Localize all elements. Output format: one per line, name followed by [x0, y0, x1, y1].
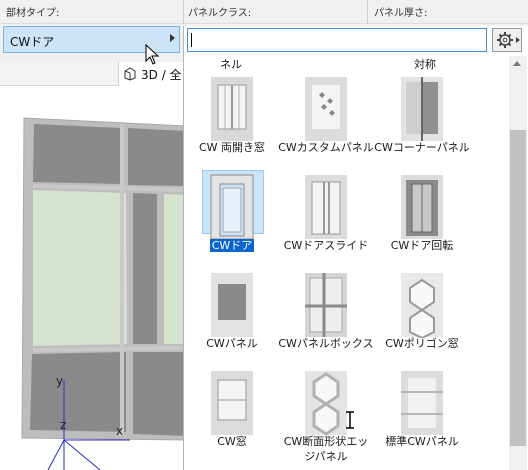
- member-type-label: 部材タイプ:: [6, 8, 60, 19]
- 3d-viewport[interactable]: y z x: [0, 62, 186, 470]
- gallery-item-label: CW 両開き窓: [198, 141, 266, 154]
- axis-z-label: z: [60, 418, 67, 432]
- panel-box-icon: [305, 273, 347, 337]
- gallery-item[interactable]: 標準CWパネル: [376, 366, 468, 456]
- curtain-wall-3d-view: [21, 117, 186, 470]
- gallery-item-label: CW窓: [217, 435, 247, 448]
- search-input[interactable]: [187, 28, 487, 52]
- gallery-partial-label: ネル: [220, 58, 242, 71]
- gallery-item[interactable]: CWポリゴン窓: [376, 268, 468, 358]
- custom-panel-icon: [305, 77, 347, 141]
- chevron-right-icon: [170, 34, 175, 42]
- double-casement-window-icon: [211, 77, 253, 141]
- panel-thickness-label: パネル厚さ:: [374, 8, 428, 19]
- gallery-item[interactable]: CWカスタムパネル: [278, 72, 374, 162]
- header-divider: [367, 0, 368, 24]
- gear-icon: [497, 32, 520, 48]
- window-icon: [211, 371, 253, 435]
- gallery-item[interactable]: CWドア: [186, 170, 278, 260]
- gallery-item-label: CWドア: [209, 239, 255, 252]
- sliding-door-icon: [305, 175, 347, 239]
- scroll-up-icon[interactable]: [513, 61, 521, 66]
- text-cursor-icon: [346, 411, 354, 429]
- tab-3d-view-label: 3D / 全: [141, 68, 182, 82]
- gallery-item-label: CWコーナーパネル: [374, 141, 470, 154]
- mouse-pointer-icon: [145, 44, 160, 65]
- axis-x-label: x: [116, 424, 124, 438]
- header-bar: 部材タイプ: パネルクラス: パネル厚さ:: [0, 0, 528, 24]
- text-caret: [191, 33, 192, 47]
- cube-icon: [124, 67, 136, 81]
- gallery-item[interactable]: CWドア回転: [376, 170, 468, 260]
- door-icon: [210, 174, 254, 240]
- gallery-item[interactable]: CW窓: [186, 366, 278, 456]
- scrollbar-thumb[interactable]: [510, 130, 526, 446]
- profile-edge-panel-icon: [305, 371, 347, 436]
- gallery-item-label: CWドアスライド: [283, 239, 369, 252]
- panel-icon: [211, 273, 253, 337]
- gallery-item[interactable]: CWパネル: [186, 268, 278, 358]
- gallery-item[interactable]: CWパネルボックス: [278, 268, 374, 358]
- gallery-item[interactable]: CWドアスライド: [280, 170, 372, 260]
- corner-panel-icon: [401, 77, 443, 141]
- header-divider: [183, 0, 184, 24]
- gallery-item-label: CWポリゴン窓: [385, 337, 459, 350]
- gallery-item[interactable]: CW断面形状エッ ジパネル: [280, 366, 372, 463]
- axis-y-label: y: [56, 374, 64, 388]
- gallery-partial-label: 対称: [414, 58, 436, 71]
- panel-class-label: パネルクラス:: [188, 8, 252, 19]
- settings-button[interactable]: [492, 28, 522, 52]
- revolving-door-icon: [401, 175, 443, 239]
- gallery-item-label: CWパネルボックス: [278, 337, 374, 350]
- polygon-window-icon: [401, 273, 443, 338]
- gallery-item-label: 標準CWパネル: [385, 435, 459, 448]
- member-type-value: CWドア: [10, 35, 55, 49]
- gallery-item[interactable]: CWコーナーパネル: [374, 72, 470, 162]
- gallery-item[interactable]: CW 両開き窓: [186, 72, 278, 162]
- gallery-item-label: CWパネル: [206, 337, 258, 350]
- gallery-item-label: CW断面形状エッ ジパネル: [283, 435, 369, 463]
- gallery-item-label: CWドア回転: [390, 239, 454, 252]
- gallery-item-label: CWカスタムパネル: [278, 141, 374, 154]
- standard-panel-icon: [401, 371, 443, 435]
